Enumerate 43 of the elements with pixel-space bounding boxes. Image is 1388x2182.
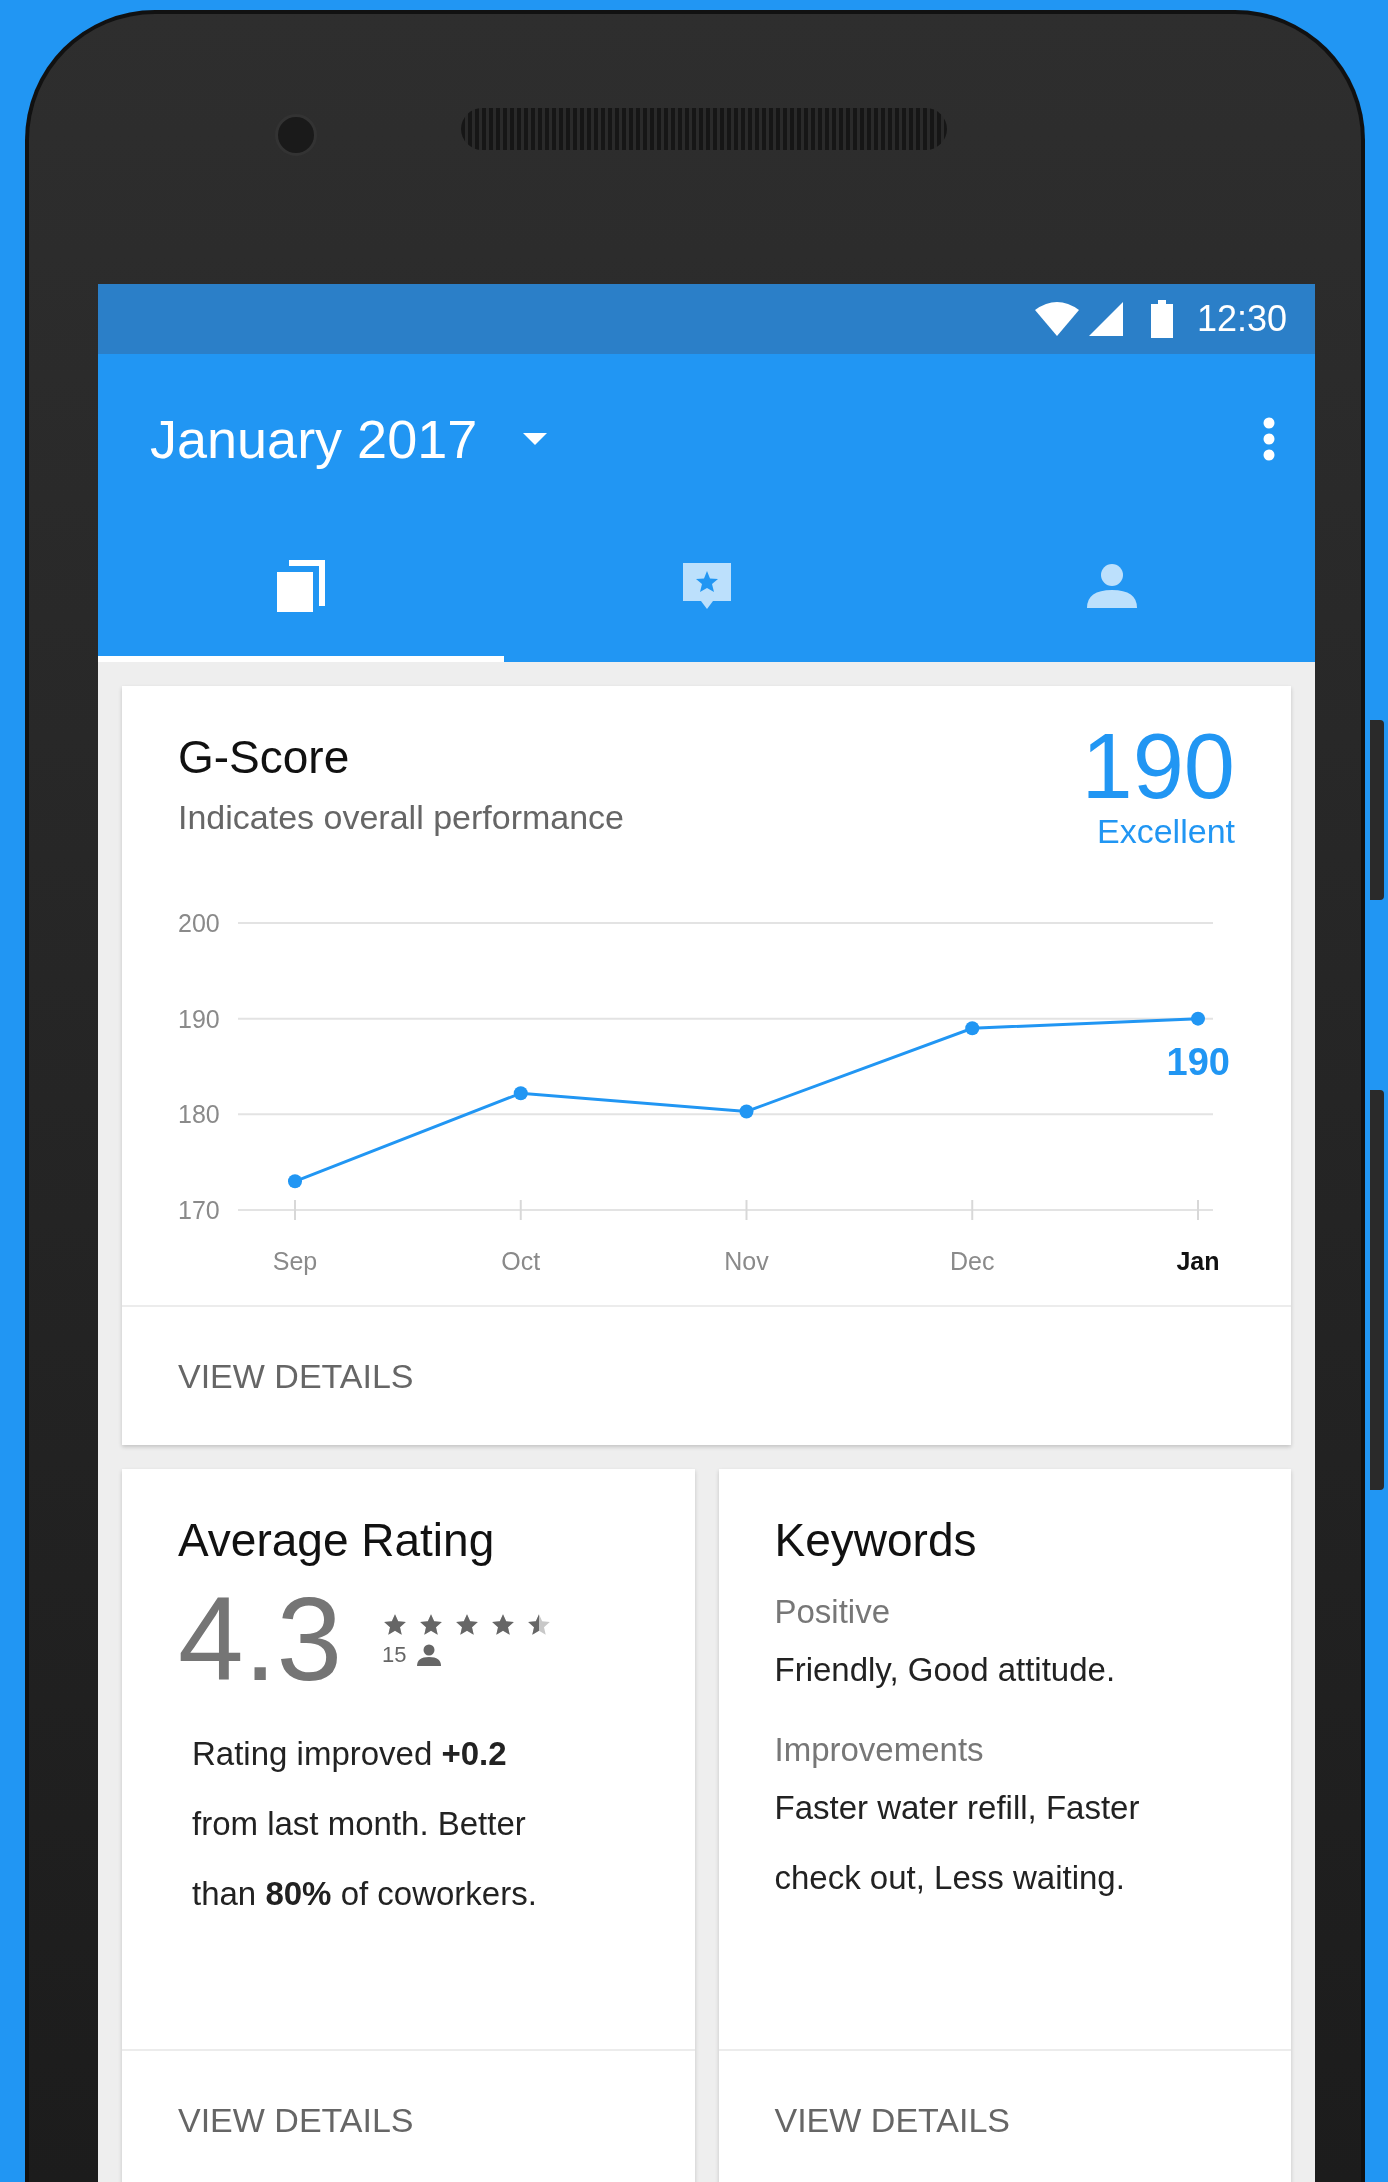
view-details-button[interactable]: VIEW DETAILS <box>178 2100 414 2140</box>
card-title: Average Rating <box>178 1513 496 1567</box>
keyword-group-label: Positive <box>774 1593 892 1631</box>
keyword-list: Friendly, Good attitude. <box>774 1635 1225 1705</box>
axis-label: 180 <box>178 1100 220 1129</box>
axis-label: 170 <box>178 1196 220 1224</box>
axis-label: 190 <box>178 1004 220 1033</box>
axis-label: Oct <box>501 1247 541 1275</box>
axis-label: Nov <box>724 1247 769 1275</box>
card-title: Keywords <box>774 1513 978 1567</box>
card-title: G-Score <box>178 730 351 784</box>
data-point <box>288 1174 302 1189</box>
wifi-icon <box>1034 302 1079 336</box>
data-label: 190 <box>1166 1040 1230 1083</box>
keyword-list: Faster water refill, Faster check out, Less waiting. <box>774 1773 1225 1913</box>
battery-icon <box>1150 300 1173 338</box>
signal-icon <box>1088 302 1123 336</box>
data-point <box>1191 1011 1205 1026</box>
month-dropdown[interactable]: January 2017 <box>150 408 548 470</box>
view-details-button[interactable]: VIEW DETAILS <box>774 2100 1011 2140</box>
keyword-group-label: Improvements <box>774 1731 985 1769</box>
view-details-button[interactable]: VIEW DETAILS <box>178 1356 414 1396</box>
phone-camera <box>275 114 317 156</box>
data-point <box>965 1021 980 1036</box>
data-point <box>513 1086 528 1101</box>
person-icon <box>416 1643 441 1666</box>
pages-icon <box>276 560 325 612</box>
more-icon[interactable] <box>1263 417 1275 461</box>
card-subtitle: Indicates overall performance <box>178 798 624 837</box>
axis-label: 200 <box>178 909 220 937</box>
rating-summary: Rating improved +0.2 from last month. Better than 80% of coworkers. <box>192 1733 538 1914</box>
review-icon <box>682 563 731 609</box>
person-icon <box>1087 564 1138 608</box>
status-time: 12:30 <box>1196 298 1287 340</box>
score-label: Excellent <box>1096 812 1235 851</box>
caret-icon <box>523 433 548 445</box>
axis-label: Jan <box>1176 1247 1220 1275</box>
rating-value: 4.3 <box>178 1575 343 1705</box>
axis-label: Dec <box>950 1247 995 1275</box>
rating-count: 15 <box>382 1641 407 1668</box>
axis-label: Sep <box>272 1247 318 1275</box>
data-point <box>739 1104 754 1119</box>
score-value: 190 <box>1081 720 1235 812</box>
